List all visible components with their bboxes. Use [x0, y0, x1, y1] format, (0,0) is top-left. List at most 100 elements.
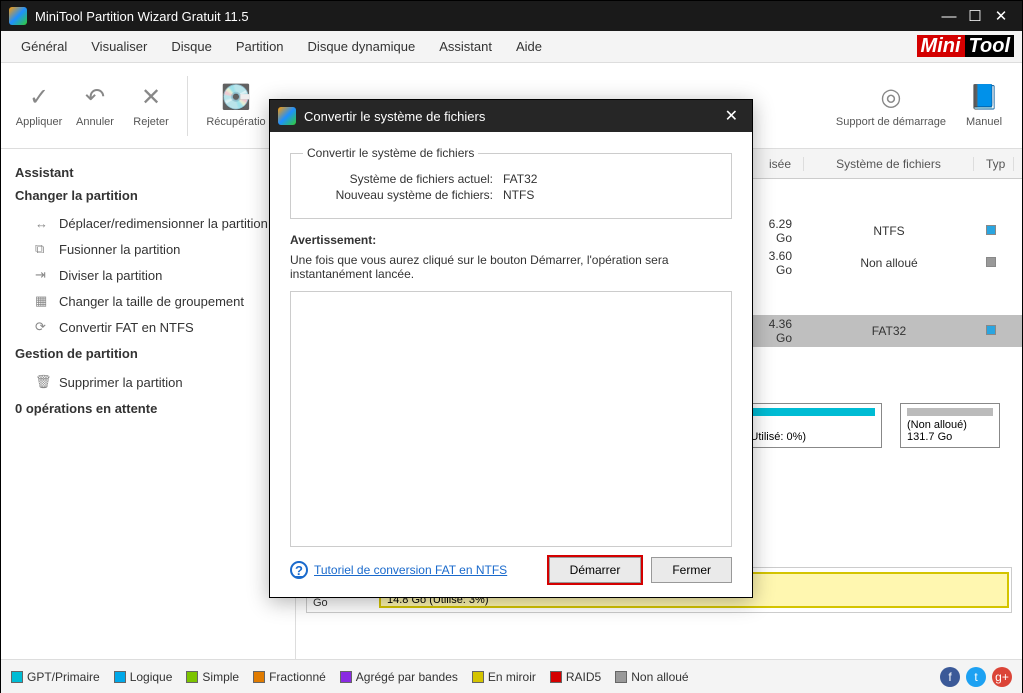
legend-swatch: [186, 671, 198, 683]
legend-item: En miroir: [472, 670, 536, 684]
twitter-icon[interactable]: t: [966, 667, 986, 687]
fs-color-icon: [986, 257, 996, 267]
undo-button[interactable]: ↶Annuler: [67, 83, 123, 128]
sidebar-item-delete[interactable]: 🗑Supprimer la partition: [15, 369, 281, 395]
cell-fs: FAT32: [804, 324, 974, 338]
discard-label: Rejeter: [133, 116, 168, 128]
bootmedia-button[interactable]: ◎ Support de démarrage: [826, 83, 956, 128]
social-links: f t g+: [940, 667, 1012, 687]
sidebar-item-split[interactable]: ⇥Diviser la partition: [15, 262, 281, 288]
part-usage: 131.7 Go: [907, 431, 993, 443]
sidebar-h-manage: Gestion de partition: [15, 346, 281, 361]
legend-label: Fractionné: [269, 670, 326, 684]
convert-fs-dialog: Convertir le système de fichiers ✕ Conve…: [269, 99, 753, 598]
sidebar-h-change: Changer la partition: [15, 188, 281, 203]
start-button[interactable]: Démarrer: [549, 557, 642, 583]
legend-item: RAID5: [550, 670, 601, 684]
legend-item: Non alloué: [615, 670, 688, 684]
th-type[interactable]: Typ: [974, 157, 1014, 171]
legend-item: GPT/Primaire: [11, 670, 100, 684]
dialog-title: Convertir le système de fichiers: [304, 109, 485, 124]
legend-swatch: [615, 671, 627, 683]
x-icon: ✕: [141, 83, 161, 112]
gplus-icon[interactable]: g+: [992, 667, 1012, 687]
sidebar: Assistant Changer la partition ↔ Déplacer…: [1, 149, 296, 659]
recovery-label: Récupératio: [206, 116, 265, 128]
convert-icon: ⟳: [35, 319, 53, 335]
sidebar-item-convert[interactable]: ⟳Convertir FAT en NTFS: [15, 314, 281, 340]
sidebar-item-label: Supprimer la partition: [59, 375, 183, 390]
warning-heading: Avertissement:: [290, 233, 732, 247]
tutorial-link[interactable]: ? Tutoriel de conversion FAT en NTFS: [290, 561, 507, 579]
legend-swatch: [472, 671, 484, 683]
log-box: [290, 291, 732, 547]
legend-swatch: [114, 671, 126, 683]
part-name: (Non alloué): [907, 419, 993, 431]
menu-disque[interactable]: Disque: [159, 35, 223, 58]
statusbar: GPT/Primaire Logique Simple Fractionné A…: [1, 659, 1022, 693]
sidebar-item-label: Déplacer/redimensionner la partition: [59, 216, 268, 231]
book-icon: 📘: [969, 83, 999, 112]
manual-label: Manuel: [966, 116, 1002, 128]
legend-label: Agrégé par bandes: [356, 670, 458, 684]
legend-label: En miroir: [488, 670, 536, 684]
check-icon: ✓: [29, 83, 49, 112]
recovery-button[interactable]: 💽 Récupératio: [196, 83, 276, 128]
cell-fs: NTFS: [804, 224, 974, 238]
current-fs-label: Système de fichiers actuel:: [303, 172, 503, 186]
legend-swatch: [340, 671, 352, 683]
sidebar-item-label: Changer la taille de groupement: [59, 294, 244, 309]
legend-swatch: [253, 671, 265, 683]
app-icon: [278, 107, 296, 125]
partition-block[interactable]: (Non alloué) 131.7 Go: [900, 403, 1000, 448]
facebook-icon[interactable]: f: [940, 667, 960, 687]
maximize-button[interactable]: ☐: [962, 7, 988, 25]
new-fs-value: NTFS: [503, 188, 534, 202]
legend-label: Logique: [130, 670, 173, 684]
legend-item: Fractionné: [253, 670, 326, 684]
resize-icon: ↔: [35, 216, 53, 231]
brand-logo: MiniTool: [917, 35, 1014, 58]
legend-label: GPT/Primaire: [27, 670, 100, 684]
disk-icon: 💽: [221, 83, 251, 112]
tutorial-label: Tutoriel de conversion FAT en NTFS: [314, 563, 507, 577]
dialog-titlebar: Convertir le système de fichiers ✕: [270, 100, 752, 132]
legend-label: Non alloué: [631, 670, 688, 684]
fs-fieldset: Convertir le système de fichiers Système…: [290, 146, 732, 219]
sidebar-item-move[interactable]: ↔ Déplacer/redimensionner la partition: [15, 211, 281, 236]
cell-fs: Non alloué: [804, 256, 974, 270]
fs-color-icon: [986, 225, 996, 235]
warning-text: Une fois que vous aurez cliqué sur le bo…: [290, 253, 732, 281]
dialog-close-button[interactable]: ✕: [719, 106, 744, 126]
minimize-button[interactable]: —: [936, 8, 962, 25]
sidebar-item-label: Fusionner la partition: [59, 242, 180, 257]
th-used[interactable]: isée: [754, 157, 804, 171]
question-icon: ?: [290, 561, 308, 579]
menu-dyn[interactable]: Disque dynamique: [296, 35, 428, 58]
bootmedia-label: Support de démarrage: [836, 116, 946, 128]
disc-icon: ◎: [880, 83, 901, 112]
cell-used: 4.36 Go: [754, 317, 804, 345]
close-dialog-button[interactable]: Fermer: [651, 557, 732, 583]
new-fs-label: Nouveau système de fichiers:: [303, 188, 503, 202]
legend-item: Simple: [186, 670, 239, 684]
legend-item: Logique: [114, 670, 173, 684]
menu-aide[interactable]: Aide: [504, 35, 554, 58]
close-button[interactable]: ✕: [988, 7, 1014, 25]
sidebar-item-merge[interactable]: ⧉Fusionner la partition: [15, 236, 281, 262]
manual-button[interactable]: 📘 Manuel: [956, 83, 1012, 128]
menu-assistant[interactable]: Assistant: [427, 35, 504, 58]
th-fs[interactable]: Système de fichiers: [804, 157, 974, 171]
menu-visualiser[interactable]: Visualiser: [79, 35, 159, 58]
app-icon: [9, 7, 27, 25]
legend-swatch: [11, 671, 23, 683]
discard-button[interactable]: ✕ Rejeter: [123, 83, 179, 128]
cluster-icon: ▦: [35, 293, 53, 309]
menu-general[interactable]: Général: [9, 35, 79, 58]
menu-partition[interactable]: Partition: [224, 35, 296, 58]
sidebar-h-assistant: Assistant: [15, 165, 281, 180]
sidebar-item-cluster[interactable]: ▦ Changer la taille de groupement: [15, 288, 281, 314]
pending-ops: 0 opérations en attente: [15, 401, 281, 416]
apply-button[interactable]: ✓Appliquer: [11, 83, 67, 128]
fs-color-icon: [986, 325, 996, 335]
